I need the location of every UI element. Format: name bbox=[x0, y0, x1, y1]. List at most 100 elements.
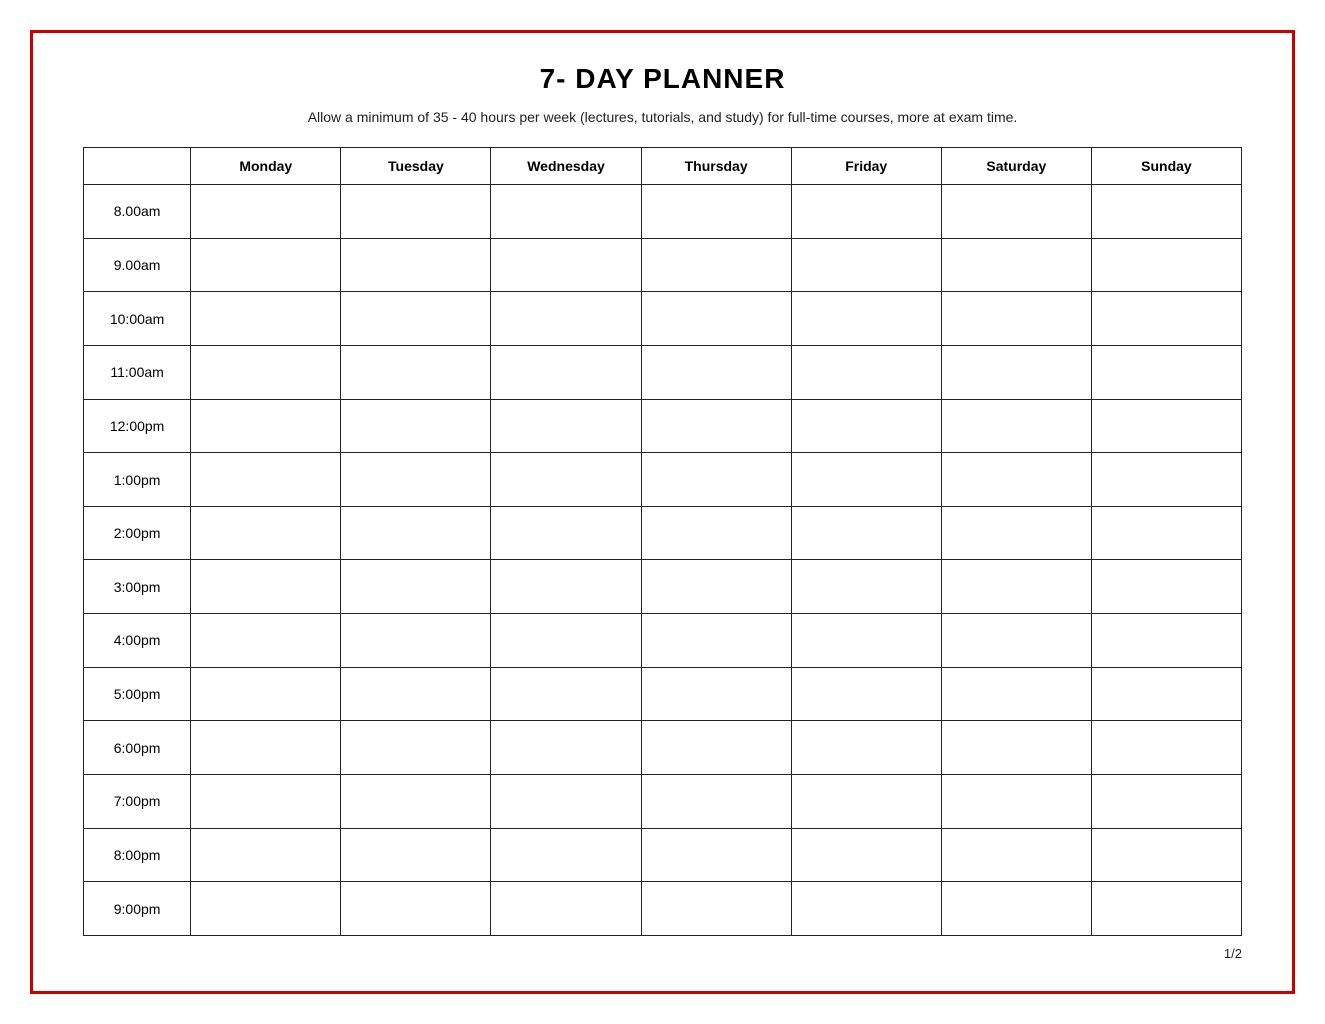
schedule-cell[interactable] bbox=[491, 238, 641, 292]
schedule-cell[interactable] bbox=[941, 238, 1091, 292]
schedule-cell[interactable] bbox=[191, 345, 341, 399]
schedule-cell[interactable] bbox=[491, 667, 641, 721]
schedule-cell[interactable] bbox=[491, 399, 641, 453]
schedule-cell[interactable] bbox=[341, 292, 491, 346]
schedule-cell[interactable] bbox=[791, 775, 941, 829]
schedule-cell[interactable] bbox=[491, 453, 641, 507]
schedule-cell[interactable] bbox=[941, 292, 1091, 346]
schedule-cell[interactable] bbox=[341, 775, 491, 829]
schedule-cell[interactable] bbox=[341, 828, 491, 882]
schedule-cell[interactable] bbox=[641, 721, 791, 775]
schedule-cell[interactable] bbox=[791, 238, 941, 292]
schedule-cell[interactable] bbox=[641, 453, 791, 507]
schedule-cell[interactable] bbox=[1091, 667, 1241, 721]
schedule-cell[interactable] bbox=[1091, 882, 1241, 936]
schedule-cell[interactable] bbox=[791, 506, 941, 560]
schedule-cell[interactable] bbox=[191, 614, 341, 668]
schedule-cell[interactable] bbox=[791, 828, 941, 882]
schedule-cell[interactable] bbox=[641, 667, 791, 721]
schedule-cell[interactable] bbox=[641, 345, 791, 399]
schedule-cell[interactable] bbox=[941, 721, 1091, 775]
schedule-cell[interactable] bbox=[941, 453, 1091, 507]
schedule-cell[interactable] bbox=[1091, 614, 1241, 668]
schedule-cell[interactable] bbox=[341, 345, 491, 399]
schedule-cell[interactable] bbox=[791, 667, 941, 721]
schedule-cell[interactable] bbox=[1091, 721, 1241, 775]
schedule-cell[interactable] bbox=[791, 292, 941, 346]
schedule-cell[interactable] bbox=[791, 399, 941, 453]
schedule-cell[interactable] bbox=[791, 882, 941, 936]
schedule-cell[interactable] bbox=[1091, 453, 1241, 507]
schedule-cell[interactable] bbox=[491, 560, 641, 614]
schedule-cell[interactable] bbox=[191, 667, 341, 721]
schedule-cell[interactable] bbox=[641, 614, 791, 668]
schedule-cell[interactable] bbox=[941, 614, 1091, 668]
schedule-cell[interactable] bbox=[641, 292, 791, 346]
schedule-cell[interactable] bbox=[191, 453, 341, 507]
schedule-cell[interactable] bbox=[1091, 345, 1241, 399]
schedule-cell[interactable] bbox=[641, 399, 791, 453]
schedule-cell[interactable] bbox=[941, 882, 1091, 936]
schedule-cell[interactable] bbox=[1091, 560, 1241, 614]
schedule-cell[interactable] bbox=[191, 721, 341, 775]
schedule-cell[interactable] bbox=[941, 345, 1091, 399]
schedule-cell[interactable] bbox=[491, 882, 641, 936]
schedule-cell[interactable] bbox=[341, 560, 491, 614]
schedule-cell[interactable] bbox=[791, 185, 941, 239]
schedule-cell[interactable] bbox=[791, 721, 941, 775]
schedule-cell[interactable] bbox=[341, 453, 491, 507]
schedule-cell[interactable] bbox=[941, 506, 1091, 560]
schedule-cell[interactable] bbox=[641, 506, 791, 560]
schedule-cell[interactable] bbox=[191, 238, 341, 292]
schedule-cell[interactable] bbox=[1091, 775, 1241, 829]
schedule-cell[interactable] bbox=[491, 345, 641, 399]
schedule-cell[interactable] bbox=[941, 667, 1091, 721]
schedule-cell[interactable] bbox=[191, 292, 341, 346]
schedule-cell[interactable] bbox=[1091, 828, 1241, 882]
schedule-cell[interactable] bbox=[491, 721, 641, 775]
schedule-cell[interactable] bbox=[1091, 506, 1241, 560]
schedule-cell[interactable] bbox=[1091, 399, 1241, 453]
schedule-cell[interactable] bbox=[1091, 238, 1241, 292]
schedule-cell[interactable] bbox=[1091, 185, 1241, 239]
schedule-cell[interactable] bbox=[491, 828, 641, 882]
schedule-cell[interactable] bbox=[341, 667, 491, 721]
schedule-cell[interactable] bbox=[191, 560, 341, 614]
schedule-cell[interactable] bbox=[341, 614, 491, 668]
schedule-cell[interactable] bbox=[341, 399, 491, 453]
schedule-cell[interactable] bbox=[341, 185, 491, 239]
schedule-cell[interactable] bbox=[941, 828, 1091, 882]
schedule-cell[interactable] bbox=[491, 506, 641, 560]
schedule-cell[interactable] bbox=[191, 882, 341, 936]
schedule-cell[interactable] bbox=[791, 453, 941, 507]
schedule-cell[interactable] bbox=[941, 775, 1091, 829]
schedule-cell[interactable] bbox=[641, 560, 791, 614]
schedule-cell[interactable] bbox=[191, 399, 341, 453]
schedule-cell[interactable] bbox=[941, 399, 1091, 453]
schedule-cell[interactable] bbox=[941, 185, 1091, 239]
schedule-cell[interactable] bbox=[791, 614, 941, 668]
schedule-cell[interactable] bbox=[941, 560, 1091, 614]
schedule-cell[interactable] bbox=[341, 882, 491, 936]
schedule-cell[interactable] bbox=[641, 775, 791, 829]
schedule-cell[interactable] bbox=[491, 185, 641, 239]
schedule-cell[interactable] bbox=[641, 185, 791, 239]
schedule-cell[interactable] bbox=[191, 506, 341, 560]
schedule-cell[interactable] bbox=[341, 506, 491, 560]
schedule-cell[interactable] bbox=[791, 560, 941, 614]
header-tuesday: Tuesday bbox=[341, 148, 491, 185]
time-cell: 7:00pm bbox=[84, 775, 191, 829]
schedule-cell[interactable] bbox=[191, 775, 341, 829]
schedule-cell[interactable] bbox=[641, 882, 791, 936]
schedule-cell[interactable] bbox=[791, 345, 941, 399]
schedule-cell[interactable] bbox=[491, 292, 641, 346]
schedule-cell[interactable] bbox=[491, 775, 641, 829]
schedule-cell[interactable] bbox=[641, 828, 791, 882]
schedule-cell[interactable] bbox=[341, 238, 491, 292]
schedule-cell[interactable] bbox=[641, 238, 791, 292]
schedule-cell[interactable] bbox=[1091, 292, 1241, 346]
schedule-cell[interactable] bbox=[341, 721, 491, 775]
schedule-cell[interactable] bbox=[191, 828, 341, 882]
schedule-cell[interactable] bbox=[491, 614, 641, 668]
schedule-cell[interactable] bbox=[191, 185, 341, 239]
